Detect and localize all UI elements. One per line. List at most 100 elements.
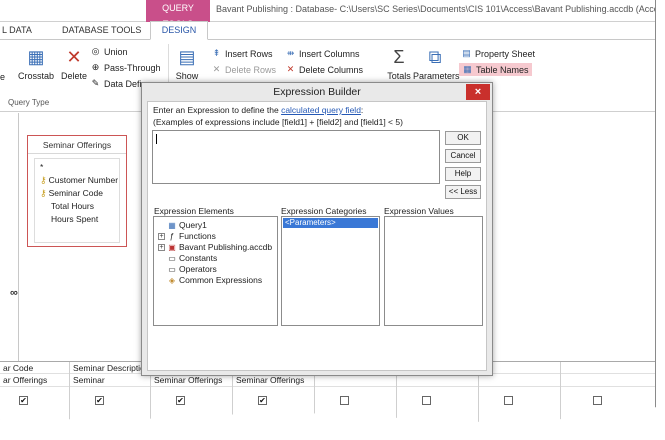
data-definition-button[interactable]: ✎ Data Defi [90,78,142,89]
window-title: Bavant Publishing : Database- C:\Users\S… [216,4,656,14]
category-parameters[interactable]: <Parameters> [283,218,378,228]
grid-table-cell[interactable]: Seminar Offerings [236,375,304,385]
table-field-list[interactable]: Seminar Offerings * ⚷ Customer Number ⚷ Se… [27,135,127,247]
property-sheet-button[interactable]: ▤ Property Sheet [461,48,535,59]
property-sheet-label: Property Sheet [475,48,536,59]
tree-item-operators[interactable]: ▭ Operators [167,264,217,274]
sigma-icon: Σ [393,47,405,67]
show-checkbox[interactable] [593,396,602,405]
expand-icon[interactable]: + [158,243,165,251]
show-checkbox[interactable] [340,396,349,405]
tree-item-constants[interactable]: ▭ Constants [167,253,217,263]
delete-columns-label: Delete Columns [299,64,364,75]
query-icon: ▦ [168,220,176,230]
expression-elements-tree[interactable]: ▦ Query1 + ƒ Functions + ▣ Bavant Publishing.… [153,216,278,326]
tab-database-tools[interactable]: DATABASE TOOLS [62,25,141,35]
show-table-label: Show [175,71,199,81]
table-names-button[interactable]: ▦ Table Names [459,63,532,76]
ok-button[interactable]: OK [445,131,481,145]
field-label: * [40,162,44,172]
totals-button[interactable]: Σ Totals [384,46,414,81]
tab-external-data[interactable]: L DATA [2,25,32,35]
insert-rows-label: Insert Rows [225,48,273,59]
function-icon: ƒ [169,231,175,241]
key-icon: ⚷ [40,175,47,185]
expression-values-list[interactable] [384,216,483,326]
grid-table-cell[interactable]: Seminar [73,375,105,385]
delete-rows-icon: ✕ [212,64,221,74]
data-definition-label: Data Defi [104,78,142,89]
grid-table-cell[interactable]: ar Offerings [3,375,47,385]
union-label: Union [104,46,128,57]
tree-item-label: Query1 [179,220,207,230]
field-hours-spent[interactable]: Hours Spent [51,214,98,224]
tree-item-functions[interactable]: + ƒ Functions [158,231,216,241]
show-table-icon: ▤ [178,47,196,67]
tab-design[interactable]: DESIGN [150,21,208,40]
field-total-hours[interactable]: Total Hours [51,201,94,211]
field-customer-number[interactable]: ⚷ Customer Number [40,175,118,186]
field-seminar-code[interactable]: ⚷ Seminar Code [40,188,103,199]
tree-item-database[interactable]: + ▣ Bavant Publishing.accdb [158,242,272,252]
instruction-suffix: : [360,105,364,115]
grid-column[interactable] [561,362,655,422]
relationship-infinity-icon: ∞ [10,287,18,299]
delete-query-label: Delete [60,71,87,81]
delete-query-button[interactable]: ✕ Delete [60,46,88,81]
grid-field-cell[interactable]: ar Code [3,363,33,373]
delete-columns-button[interactable]: ✕ Delete Columns [285,64,363,75]
field-label: Seminar Code [48,188,103,198]
show-checkbox[interactable] [504,396,513,405]
show-checkbox[interactable]: ✔ [258,396,267,405]
union-button[interactable]: ◎ Union [90,46,128,57]
expression-categories-list[interactable]: <Parameters> [281,216,380,326]
tree-item-label: Bavant Publishing.accdb [179,242,273,252]
ribbon-partial-text: e [0,72,6,82]
show-checkbox[interactable]: ✔ [95,396,104,405]
crosstab-icon: ▦ [27,47,45,67]
grid-table-cell[interactable]: Seminar Offerings [154,375,222,385]
property-sheet-icon: ▤ [462,48,471,58]
insert-columns-button[interactable]: ⇻ Insert Columns [285,48,360,59]
delete-columns-icon: ✕ [286,64,295,74]
parameters-button[interactable]: ⧉ Parameters [413,46,460,81]
insert-rows-icon: ⇞ [212,48,221,58]
constants-icon: ▭ [168,253,176,263]
show-checkbox[interactable]: ✔ [176,396,185,405]
show-checkbox[interactable]: ✔ [19,396,28,405]
calculated-query-field-link[interactable]: calculated query field [281,105,361,115]
expression-input[interactable] [152,130,440,184]
common-expressions-icon: ◈ [168,275,176,285]
expand-icon[interactable]: + [158,232,165,240]
close-button[interactable]: × [466,84,490,100]
expression-values-label: Expression Values [384,206,454,216]
operators-icon: ▭ [168,264,176,274]
show-checkbox[interactable] [422,396,431,405]
tree-item-query1[interactable]: ▦ Query1 [167,220,207,230]
instruction-text: Enter an Expression to define the calcul… [153,105,363,115]
field-label: Customer Number [48,175,119,185]
grid-column[interactable]: Seminar Description Seminar ✔ [70,362,151,422]
pass-through-button[interactable]: ⊕ Pass-Through [90,62,161,73]
query-type-group-label: Query Type [8,98,50,107]
tree-item-label: Operators [179,264,217,274]
grid-field-cell[interactable]: Seminar Description [73,363,150,373]
crosstab-button[interactable]: ▦ Crosstab [14,46,58,81]
title-bar: QUERY TOOLS Bavant Publishing : Database… [0,0,656,29]
totals-label: Totals [387,71,411,81]
data-definition-icon: ✎ [91,78,100,88]
ribbon-partial-label: e [0,72,5,82]
insert-rows-button[interactable]: ⇞ Insert Rows [211,48,273,59]
delete-rows-label: Delete Rows [225,64,277,75]
grid-column[interactable]: ar Code ar Offerings ✔ [0,362,70,422]
table-field-list-title[interactable]: Seminar Offerings [28,136,126,154]
field-label: Hours Spent [51,214,99,224]
field-asterisk[interactable]: * [40,162,43,172]
help-button[interactable]: Help [445,167,481,181]
tree-item-common-expressions[interactable]: ◈ Common Expressions [167,275,262,285]
delete-rows-button[interactable]: ✕ Delete Rows [211,64,276,75]
less-button[interactable]: << Less [445,185,481,199]
access-window: QUERY TOOLS Bavant Publishing : Database… [0,0,656,422]
show-table-button[interactable]: ▤ Show [172,46,202,81]
cancel-button[interactable]: Cancel [445,149,481,163]
